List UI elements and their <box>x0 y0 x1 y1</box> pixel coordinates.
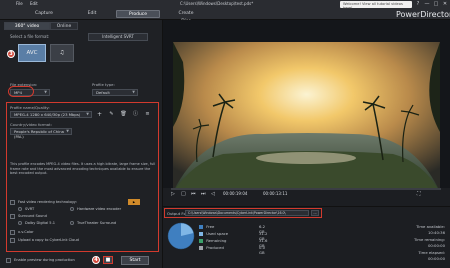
profile-name-select[interactable]: MPEG-4 1280 x 640/30p (23 Mbps) ▼ <box>10 111 92 118</box>
highlight-outline <box>164 208 322 218</box>
stop-icon[interactable]: □ <box>181 191 186 197</box>
menu-file[interactable]: File <box>16 1 23 6</box>
legend-produced: Produced 0.0 GB <box>199 245 265 255</box>
time-remaining-value: 00:00:00 <box>427 243 445 248</box>
document-title: C:\Users\Windows\Desktop\test.pds* <box>180 1 254 6</box>
cyberlink-cloud-checkbox[interactable] <box>10 238 15 243</box>
module-tabs: Capture Edit Produce Create Disc PowerDi… <box>0 9 450 24</box>
chevron-down-icon: ▼ <box>132 90 135 94</box>
produce-settings-panel: 360° video Online Select a file format: … <box>0 20 163 268</box>
highlight-outline <box>8 86 34 97</box>
enable-preview-checkbox[interactable] <box>6 258 11 263</box>
legend-remaining: Remaining 31.6 GB <box>199 238 267 248</box>
tutorial-search[interactable]: Welcome! View all tutorial videos here! <box>340 1 412 10</box>
tab-edit[interactable]: Edit <box>84 10 100 18</box>
legend-value: 0.0 GB <box>259 245 266 255</box>
fast-render-label: Fast video rendering technology: <box>18 200 77 204</box>
legend-name: Remaining <box>206 238 227 243</box>
truetheater-label: TrueTheater Surround <box>77 221 117 225</box>
tab-produce[interactable]: Produce <box>116 10 160 18</box>
fast-render-checkbox[interactable] <box>10 200 15 205</box>
help-icon[interactable]: ? <box>414 1 422 8</box>
menu-edit[interactable]: Edit <box>30 1 38 6</box>
stop-icon[interactable]: ■ <box>103 256 113 264</box>
profile-name-label: Profile name/Quality: <box>10 105 50 110</box>
tab-capture[interactable]: Capture <box>34 10 54 18</box>
legend-swatch <box>199 232 203 236</box>
progress-track[interactable] <box>171 188 441 190</box>
legend-name: Produced <box>206 245 224 250</box>
profile-name-value: MPEG-4 1280 x 640/30p (23 Mbps) <box>14 112 81 117</box>
next-icon[interactable]: ⏭ <box>201 191 206 197</box>
start-button[interactable]: Start <box>121 256 149 265</box>
time-elapsed-label: Time elapsed: <box>418 250 445 255</box>
close-button[interactable]: ✕ <box>441 1 449 8</box>
tab-360-video[interactable]: 360° video <box>4 22 50 30</box>
enable-preview-label: Enable preview during production <box>14 258 75 262</box>
legend-used: Used space 31.2 GB <box>199 231 267 241</box>
xvcolor-checkbox[interactable] <box>10 230 15 235</box>
tab-create-disc[interactable]: Create Disc <box>174 10 198 24</box>
play-icon[interactable]: ▷ <box>171 191 175 197</box>
video-preview <box>173 42 440 192</box>
chevron-down-icon: ▼ <box>86 112 89 116</box>
powerdirector-window: File Edit C:\Users\Windows\Desktop\test.… <box>0 0 450 268</box>
surround-label: Surround Sound <box>18 214 47 218</box>
truetheater-radio[interactable] <box>70 221 74 225</box>
annotation-marker: 4 <box>92 256 100 264</box>
previous-icon[interactable]: ⏮ <box>191 191 196 197</box>
list-icon[interactable]: ≡ <box>144 111 151 118</box>
tab-online[interactable]: Online <box>50 22 78 30</box>
disk-space-pie <box>167 222 195 250</box>
time-available-value: 10:40:36 <box>427 230 445 235</box>
edit-profile-icon[interactable]: ✎ <box>108 111 115 118</box>
svrt-radio[interactable] <box>18 207 22 211</box>
dolby-radio[interactable] <box>18 221 22 225</box>
surround-checkbox[interactable] <box>10 214 15 219</box>
hw-encoder-label: Hardware video encoder <box>77 207 122 211</box>
format-avc-button[interactable]: AVC <box>18 44 46 62</box>
profile-type-value: Default <box>96 90 110 95</box>
format-label: Select a file format: <box>10 34 50 39</box>
minimize-button[interactable]: — <box>423 1 431 8</box>
add-profile-icon[interactable]: + <box>96 111 103 118</box>
country-label: Country/video format: <box>10 122 52 127</box>
intelligent-svrt-button[interactable]: Intelligent SVRT <box>88 33 148 41</box>
delete-profile-icon[interactable]: 🗑 <box>120 111 127 118</box>
time-available-label: Time available: <box>416 224 445 229</box>
chevron-down-icon: ▼ <box>44 90 47 94</box>
info-icon[interactable]: ⓘ <box>132 111 139 118</box>
country-select[interactable]: People's Republic of China (PAL) ▼ <box>10 128 72 139</box>
profile-type-select[interactable]: Default ▼ <box>92 89 138 96</box>
dolby-label: Dolby Digital 5.1 <box>25 221 56 225</box>
legend-name: Used space <box>206 231 229 236</box>
title-bar: File Edit C:\Users\Windows\Desktop\test.… <box>0 0 450 10</box>
duration-timecode: 00:00:13:11 <box>263 191 288 196</box>
time-elapsed-value: 00:00:00 <box>427 256 445 261</box>
legend-swatch <box>199 225 203 229</box>
legend-swatch <box>199 239 203 243</box>
fullscreen-icon[interactable]: ⛶ <box>417 191 421 197</box>
preview-window <box>163 20 450 206</box>
svrt-label: SVRT <box>25 207 35 211</box>
profile-type-label: Profile type: <box>92 82 115 87</box>
current-timecode: 00:00:19:04 <box>223 191 248 196</box>
profile-description: This profile encodes MPEG-4 video files.… <box>10 162 156 176</box>
output-panel: Output Folder: C:\Users\Windows\Document… <box>163 206 450 268</box>
maximize-button[interactable]: □ <box>432 1 440 8</box>
playback-controls: ▷ □ ⏮ ⏭ ◁ 00:00:19:04 00:00:13:11 ⛶ <box>163 188 450 206</box>
hw-encoder-radio[interactable] <box>70 207 74 211</box>
legend-swatch <box>199 246 203 250</box>
volume-icon[interactable]: ◁ <box>211 191 215 197</box>
annotation-marker: 3 <box>7 50 15 58</box>
legend-free: Free 6.2 GB <box>199 224 265 234</box>
app-logo: PowerDirector <box>396 10 450 19</box>
time-remaining-label: Time remaining: <box>414 237 445 242</box>
chevron-down-icon: ▼ <box>66 129 69 133</box>
cyberlink-cloud-label: Upload a copy to CyberLink Cloud <box>18 238 79 242</box>
format-audio-button[interactable]: ♫ <box>50 44 74 62</box>
hardware-badge-icon: ▶ <box>128 199 140 205</box>
xvcolor-label: x.v.Color <box>18 230 34 234</box>
legend-name: Free <box>206 224 215 229</box>
